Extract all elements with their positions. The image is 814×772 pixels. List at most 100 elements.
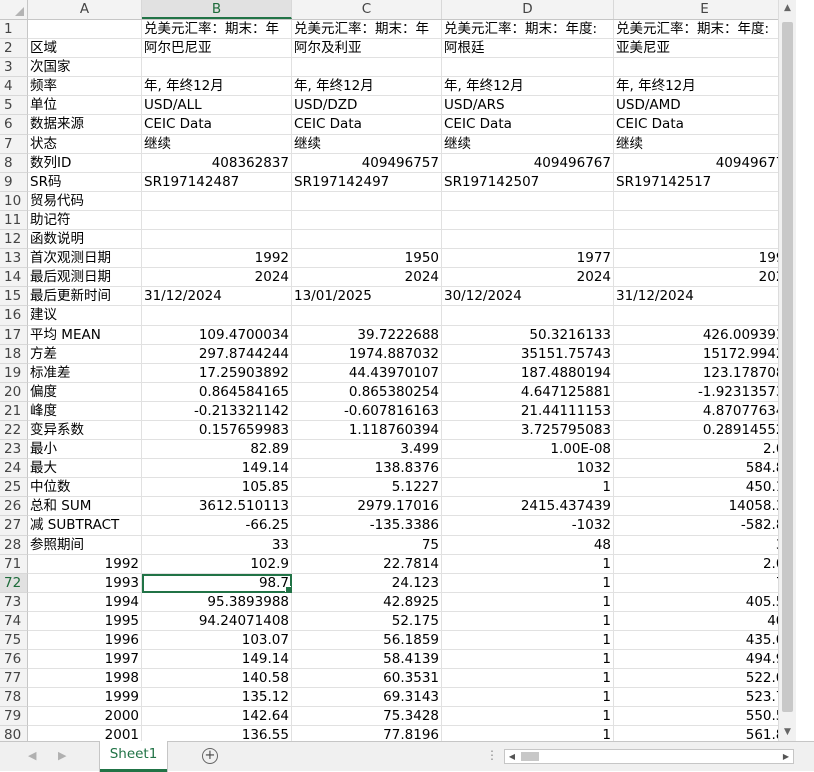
cell-c9[interactable]: SR197142497 <box>292 172 442 192</box>
cell-c5[interactable]: USD/DZD <box>292 96 442 116</box>
cell-e21[interactable]: 4.870776349 <box>614 401 796 421</box>
cell-b73[interactable]: 95.3893988 <box>142 592 292 612</box>
cell-a14[interactable]: 最后观测日期 <box>28 268 142 288</box>
cell-d78[interactable]: 1 <box>442 688 614 708</box>
cell-a73[interactable]: 1994 <box>28 592 142 612</box>
cell-a13[interactable]: 首次观测日期 <box>28 249 142 269</box>
cell-c4[interactable]: 年, 年终12月 <box>292 77 442 97</box>
cell-a76[interactable]: 1997 <box>28 650 142 670</box>
row-header-3[interactable]: 3 <box>0 58 28 78</box>
cell-b3[interactable] <box>142 58 292 78</box>
cell-b72[interactable]: 98.7 <box>142 573 292 593</box>
cell-e16[interactable] <box>614 306 796 326</box>
cell-e9[interactable]: SR197142517 <box>614 172 796 192</box>
cell-c13[interactable]: 1950 <box>292 249 442 269</box>
column-header-e[interactable]: E <box>614 0 796 19</box>
row-header-72[interactable]: 72 <box>0 573 28 593</box>
cell-b18[interactable]: 297.8744244 <box>142 344 292 364</box>
cell-c76[interactable]: 58.4139 <box>292 650 442 670</box>
cell-a79[interactable]: 2000 <box>28 707 142 727</box>
cell-c6[interactable]: CEIC Data <box>292 115 442 135</box>
cell-a18[interactable]: 方差 <box>28 344 142 364</box>
cell-d16[interactable] <box>442 306 614 326</box>
triangle-left-icon[interactable]: ◀ <box>28 749 36 762</box>
cell-c23[interactable]: 3.499 <box>292 440 442 460</box>
row-header-80[interactable]: 80 <box>0 726 28 741</box>
cell-a10[interactable]: 贸易代码 <box>28 191 142 211</box>
cell-e26[interactable]: 14058.31 <box>614 497 796 517</box>
cell-b15[interactable]: 31/12/2024 <box>142 287 292 307</box>
row-header-7[interactable]: 7 <box>0 134 28 154</box>
cell-a9[interactable]: SR码 <box>28 172 142 192</box>
cell-b5[interactable]: USD/ALL <box>142 96 292 116</box>
row-header-74[interactable]: 74 <box>0 611 28 631</box>
cell-a78[interactable]: 1999 <box>28 688 142 708</box>
cell-d9[interactable]: SR197142507 <box>442 172 614 192</box>
cell-e19[interactable]: 123.1787087 <box>614 363 796 383</box>
cell-c18[interactable]: 1974.887032 <box>292 344 442 364</box>
cell-b22[interactable]: 0.157659983 <box>142 420 292 441</box>
cell-b24[interactable]: 149.14 <box>142 459 292 479</box>
row-header-75[interactable]: 75 <box>0 631 28 651</box>
cell-b8[interactable]: 408362837 <box>142 153 292 173</box>
cell-c77[interactable]: 60.3531 <box>292 669 442 689</box>
cell-a21[interactable]: 峰度 <box>28 401 142 421</box>
cell-e77[interactable]: 522.03 <box>614 669 796 689</box>
row-header-12[interactable]: 12 <box>0 230 28 250</box>
cell-d23[interactable]: 1.00E-08 <box>442 440 614 460</box>
column-header-c[interactable]: C <box>292 0 442 19</box>
cell-d79[interactable]: 1 <box>442 707 614 727</box>
column-header-d[interactable]: D <box>442 0 614 19</box>
cell-d76[interactable]: 1 <box>442 650 614 670</box>
cell-e24[interactable]: 584.89 <box>614 459 796 479</box>
cell-d73[interactable]: 1 <box>442 592 614 612</box>
cell-e13[interactable]: 1992 <box>614 249 796 269</box>
cell-c2[interactable]: 阿尔及利亚 <box>292 39 442 59</box>
cell-a7[interactable]: 状态 <box>28 134 142 154</box>
cell-a6[interactable]: 数据来源 <box>28 115 142 135</box>
horizontal-scrollbar[interactable]: ◀ ▶ <box>504 749 794 764</box>
row-header-5[interactable]: 5 <box>0 96 28 116</box>
sheet-tab-sheet1[interactable]: Sheet1 <box>100 741 167 772</box>
cell-d24[interactable]: 1032 <box>442 459 614 479</box>
cell-e18[interactable]: 15172.99429 <box>614 344 796 364</box>
triangle-right-icon[interactable]: ▶ <box>58 749 66 762</box>
row-header-71[interactable]: 71 <box>0 554 28 574</box>
cell-e15[interactable]: 31/12/2024 <box>614 287 796 307</box>
row-header-2[interactable]: 2 <box>0 39 28 59</box>
cell-e25[interactable]: 450.19 <box>614 478 796 498</box>
cell-b74[interactable]: 94.24071408 <box>142 611 292 631</box>
cell-b25[interactable]: 105.85 <box>142 478 292 498</box>
tab-split-handle-icon[interactable]: ⋮ <box>486 748 498 762</box>
cell-a72[interactable]: 1993 <box>28 573 142 593</box>
cell-b6[interactable]: CEIC Data <box>142 115 292 135</box>
cell-c26[interactable]: 2979.17016 <box>292 497 442 517</box>
cell-c75[interactable]: 56.1859 <box>292 631 442 651</box>
cell-a1[interactable] <box>28 20 142 40</box>
cell-e4[interactable]: 年, 年终12月 <box>614 77 796 97</box>
cell-e75[interactable]: 435.07 <box>614 631 796 651</box>
cell-a3[interactable]: 次国家 <box>28 58 142 78</box>
cell-c17[interactable]: 39.7222688 <box>292 325 442 345</box>
cell-c73[interactable]: 42.8925 <box>292 592 442 612</box>
cell-e73[interactable]: 405.51 <box>614 592 796 612</box>
cell-e3[interactable] <box>614 58 796 78</box>
cell-d6[interactable]: CEIC Data <box>442 115 614 135</box>
cell-e5[interactable]: USD/AMD <box>614 96 796 116</box>
cell-e6[interactable]: CEIC Data <box>614 115 796 135</box>
cell-c19[interactable]: 44.43970107 <box>292 363 442 383</box>
horizontal-scroll-thumb[interactable] <box>521 752 539 761</box>
row-header-78[interactable]: 78 <box>0 688 28 708</box>
cell-c15[interactable]: 13/01/2025 <box>292 287 442 307</box>
cell-d7[interactable]: 继续 <box>442 134 614 154</box>
cell-b19[interactable]: 17.25903892 <box>142 363 292 383</box>
cell-c21[interactable]: -0.607816163 <box>292 401 442 421</box>
cell-e17[interactable]: 426.0093939 <box>614 325 796 345</box>
cell-a74[interactable]: 1995 <box>28 611 142 631</box>
cell-c14[interactable]: 2024 <box>292 268 442 288</box>
cell-b23[interactable]: 82.89 <box>142 440 292 460</box>
row-header-28[interactable]: 28 <box>0 535 28 555</box>
row-header-8[interactable]: 8 <box>0 153 28 173</box>
cell-d20[interactable]: 4.647125881 <box>442 382 614 402</box>
cell-c20[interactable]: 0.865380254 <box>292 382 442 402</box>
